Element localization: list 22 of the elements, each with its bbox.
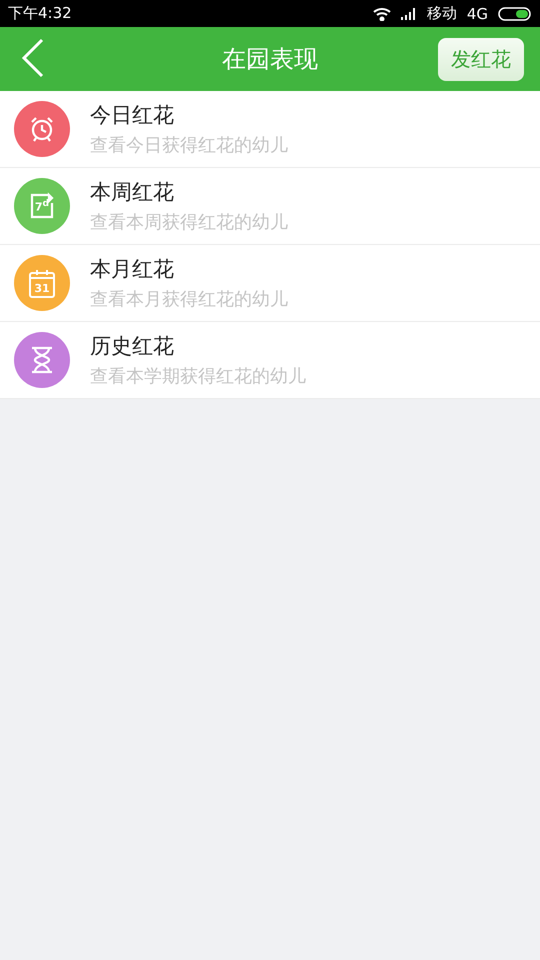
menu-item[interactable]: 历史红花 查看本学期获得红花的幼儿 xyxy=(0,322,540,399)
signal-icon xyxy=(400,8,417,20)
hourglass-icon xyxy=(29,346,55,374)
menu-item[interactable]: 今日红花 查看今日获得红花的幼儿 xyxy=(0,91,540,168)
item-subtitle: 查看本周获得红花的幼儿 xyxy=(90,211,288,234)
item-subtitle: 查看本学期获得红花的幼儿 xyxy=(90,365,306,388)
item-title: 历史红花 xyxy=(90,333,175,360)
item-subtitle: 查看今日获得红花的幼儿 xyxy=(90,134,288,157)
item-title: 本月红花 xyxy=(90,256,175,283)
item-subtitle: 查看本月获得红花的幼儿 xyxy=(90,288,288,311)
network-type: 4G xyxy=(466,4,488,22)
status-time: 下午4:32 xyxy=(8,4,72,23)
calendar-arrow-icon xyxy=(28,192,56,220)
page-title: 在园表现 xyxy=(222,44,318,75)
item-title: 本周红花 xyxy=(90,179,175,206)
menu-item[interactable]: 31 本月红花 查看本月获得红花的幼儿 xyxy=(0,245,540,322)
item-title: 今日红花 xyxy=(90,102,175,129)
carrier-name: 移动 xyxy=(426,4,457,23)
icon-label: 31 xyxy=(34,282,50,294)
battery-icon xyxy=(498,6,532,20)
calendar-icon xyxy=(27,268,57,298)
wifi-icon xyxy=(372,6,391,20)
